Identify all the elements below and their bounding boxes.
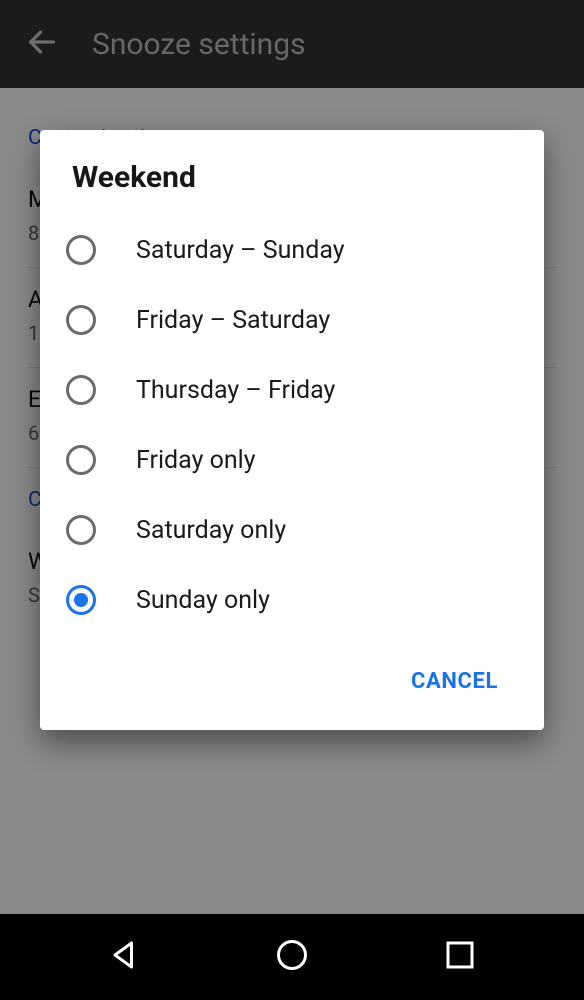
option-label: Friday – Saturday: [136, 306, 330, 335]
option-saturday-sunday[interactable]: Saturday – Sunday: [62, 215, 522, 285]
weekend-dialog: Weekend Saturday – Sunday Friday – Satur…: [40, 130, 544, 730]
dialog-title: Weekend: [54, 160, 530, 209]
radio-icon: [66, 305, 96, 335]
radio-icon: [66, 235, 96, 265]
option-label: Thursday – Friday: [136, 376, 335, 405]
square-recents-icon: [442, 937, 478, 977]
nav-home-button[interactable]: [262, 927, 322, 987]
option-label: Sunday only: [136, 586, 270, 615]
option-friday-only[interactable]: Friday only: [62, 425, 522, 495]
nav-back-button[interactable]: [94, 927, 154, 987]
circle-home-icon: [274, 937, 310, 977]
dialog-actions: CANCEL: [54, 637, 530, 722]
radio-icon: [66, 445, 96, 475]
option-saturday-only[interactable]: Saturday only: [62, 495, 522, 565]
option-label: Saturday – Sunday: [136, 236, 345, 265]
option-thursday-friday[interactable]: Thursday – Friday: [62, 355, 522, 425]
option-label: Friday only: [136, 446, 256, 475]
option-label: Saturday only: [136, 516, 286, 545]
option-sunday-only[interactable]: Sunday only: [62, 565, 522, 635]
triangle-back-icon: [106, 937, 142, 977]
option-friday-saturday[interactable]: Friday – Saturday: [62, 285, 522, 355]
system-nav-bar: [0, 914, 584, 1000]
dialog-options: Saturday – Sunday Friday – Saturday Thur…: [54, 209, 530, 637]
radio-icon: [66, 585, 96, 615]
cancel-button[interactable]: CANCEL: [399, 659, 510, 704]
radio-icon: [66, 375, 96, 405]
nav-recents-button[interactable]: [430, 927, 490, 987]
radio-icon: [66, 515, 96, 545]
